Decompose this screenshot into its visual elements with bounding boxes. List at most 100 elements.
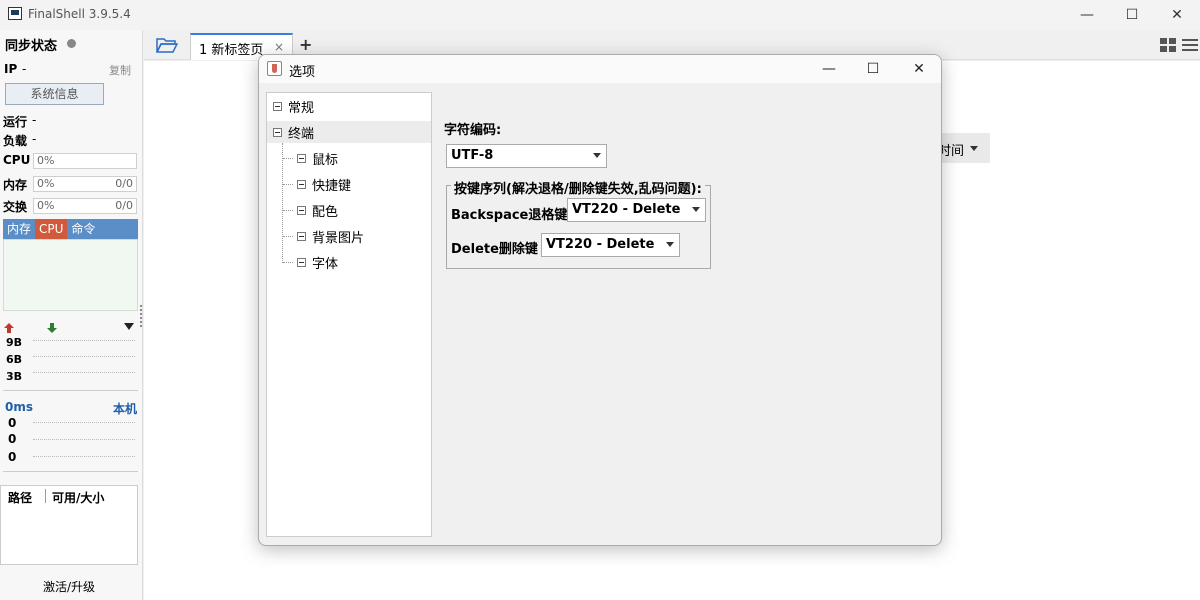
disk-available-header: 可用/大小 <box>52 491 105 505</box>
grid-line <box>33 356 135 357</box>
window-maximize-button[interactable]: ☐ <box>1109 0 1155 30</box>
process-tab-memory[interactable]: 内存 <box>3 219 35 239</box>
sync-status-dot-icon <box>67 39 76 48</box>
panel-resize-handle[interactable] <box>140 305 143 327</box>
download-arrow-icon <box>47 323 57 333</box>
tree-node-label: 快捷键 <box>312 178 352 194</box>
sync-status-label: 同步状态 <box>5 39 58 54</box>
collapse-icon[interactable] <box>297 231 306 241</box>
process-tab-cpu[interactable]: CPU <box>35 219 68 239</box>
window-close-button[interactable]: ✕ <box>1154 0 1200 30</box>
tree-node-shortcuts[interactable]: 快捷键 <box>297 173 351 195</box>
load-label: 负载 <box>3 134 28 148</box>
backspace-label: Backspace退格键 <box>451 208 568 223</box>
tree-connector-line <box>283 158 293 159</box>
java-cup-icon <box>267 61 282 76</box>
grid-line <box>33 340 135 341</box>
backspace-select[interactable]: VT220 - Delete <box>567 198 706 222</box>
grid-line <box>33 372 135 373</box>
encoding-select[interactable]: UTF-8 <box>446 144 607 168</box>
collapse-icon[interactable] <box>297 257 306 267</box>
encoding-value: UTF-8 <box>451 148 494 163</box>
tree-node-label: 常规 <box>288 100 315 116</box>
ip-value: - <box>22 62 27 76</box>
tree-node-colors[interactable]: 配色 <box>297 199 338 221</box>
net-scale-label: 9B <box>6 336 23 349</box>
network-interface-dropdown-icon[interactable] <box>124 323 134 331</box>
tree-node-label: 背景图片 <box>312 230 365 246</box>
process-tabs: 内存 CPU 命令 <box>3 219 138 239</box>
load-value: - <box>32 132 37 146</box>
options-dialog: 选项 — ☐ ✕ 常规 终端 鼠标 快捷键 配色 背景图片 字体 字符编码: U… <box>258 54 942 546</box>
tree-node-mouse[interactable]: 鼠标 <box>297 147 338 169</box>
grid-line <box>33 456 135 457</box>
ping-value: 0ms <box>5 400 33 414</box>
net-scale-label: 6B <box>6 353 23 366</box>
upload-arrow-icon <box>4 323 14 333</box>
tree-connector-line <box>283 184 293 185</box>
run-label: 运行 <box>3 115 28 129</box>
dialog-maximize-button[interactable]: ☐ <box>851 55 895 83</box>
tree-node-terminal[interactable]: 终端 <box>267 121 431 143</box>
run-value: - <box>32 113 37 127</box>
tree-node-background-image[interactable]: 背景图片 <box>297 225 364 247</box>
backspace-value: VT220 - Delete <box>572 202 681 217</box>
chevron-down-icon <box>970 146 978 151</box>
tree-node-general[interactable]: 常规 <box>273 95 431 117</box>
tree-node-font[interactable]: 字体 <box>297 251 338 273</box>
swap-label: 交换 <box>3 200 28 214</box>
disk-path-header: 路径 <box>8 491 33 505</box>
ping-scale-label: 0 <box>8 432 17 446</box>
chevron-down-icon <box>593 153 601 158</box>
tab-close-icon[interactable]: × <box>274 40 284 54</box>
ip-label: IP <box>4 62 18 76</box>
swap-usage-bar: 0% 0/0 <box>33 198 137 214</box>
options-tree: 常规 终端 鼠标 快捷键 配色 背景图片 字体 <box>266 92 432 537</box>
dialog-minimize-button[interactable]: — <box>807 55 851 83</box>
tree-node-label: 鼠标 <box>312 152 339 168</box>
tree-connector-line <box>282 143 283 263</box>
column-divider <box>45 489 46 503</box>
collapse-icon[interactable] <box>297 153 306 163</box>
key-sequence-group-title: 按键序列(解决退格/删除键失效,乱码问题): <box>451 178 705 197</box>
chevron-down-icon <box>666 242 674 247</box>
dialog-title: 选项 <box>289 65 316 80</box>
app-title: FinalShell 3.9.5.4 <box>28 7 131 21</box>
network-graph: 9B 6B 3B <box>3 336 138 391</box>
tree-node-label: 字体 <box>312 256 339 272</box>
collapse-icon[interactable] <box>273 101 282 111</box>
copy-ip-button[interactable]: 复制 <box>109 62 131 78</box>
memory-label: 内存 <box>3 178 28 192</box>
process-tab-command[interactable]: 命令 <box>67 219 99 239</box>
process-list[interactable] <box>3 239 138 311</box>
window-minimize-button[interactable]: — <box>1064 0 1110 30</box>
disk-usage-table[interactable]: 路径 可用/大小 <box>0 485 138 565</box>
dialog-close-button[interactable]: ✕ <box>897 55 941 83</box>
tree-node-label: 配色 <box>312 204 339 220</box>
ping-scale-label: 0 <box>8 450 17 464</box>
memory-usage-amount: 0/0 <box>115 177 133 190</box>
cpu-usage-value: 0% <box>37 154 55 167</box>
open-folder-icon[interactable] <box>156 36 178 54</box>
swap-usage-value: 0% <box>37 199 55 212</box>
tab-label: 1 新标签页 <box>199 43 264 58</box>
collapse-icon[interactable] <box>297 205 306 215</box>
grid-view-icon[interactable] <box>1160 38 1176 52</box>
add-tab-button[interactable]: + <box>299 35 312 54</box>
net-scale-label: 3B <box>6 370 23 383</box>
system-info-button[interactable]: 系统信息 <box>5 83 104 105</box>
tree-connector-line <box>283 236 293 237</box>
delete-select[interactable]: VT220 - Delete <box>541 233 680 257</box>
tree-node-label: 终端 <box>288 126 315 142</box>
collapse-icon[interactable] <box>297 179 306 189</box>
grid-line <box>33 439 135 440</box>
memory-usage-value: 0% <box>37 177 55 190</box>
server-status-panel: 同步状态 IP - 复制 系统信息 运行 - 负载 - CPU 0% 内存 0%… <box>0 30 143 600</box>
tree-connector-line <box>283 210 293 211</box>
activate-upgrade-link[interactable]: 激活/升级 <box>0 578 138 595</box>
menu-list-icon[interactable] <box>1182 38 1198 52</box>
collapse-icon[interactable] <box>273 127 282 137</box>
grid-line <box>33 422 135 423</box>
chevron-down-icon <box>692 207 700 212</box>
delete-value: VT220 - Delete <box>546 237 655 252</box>
